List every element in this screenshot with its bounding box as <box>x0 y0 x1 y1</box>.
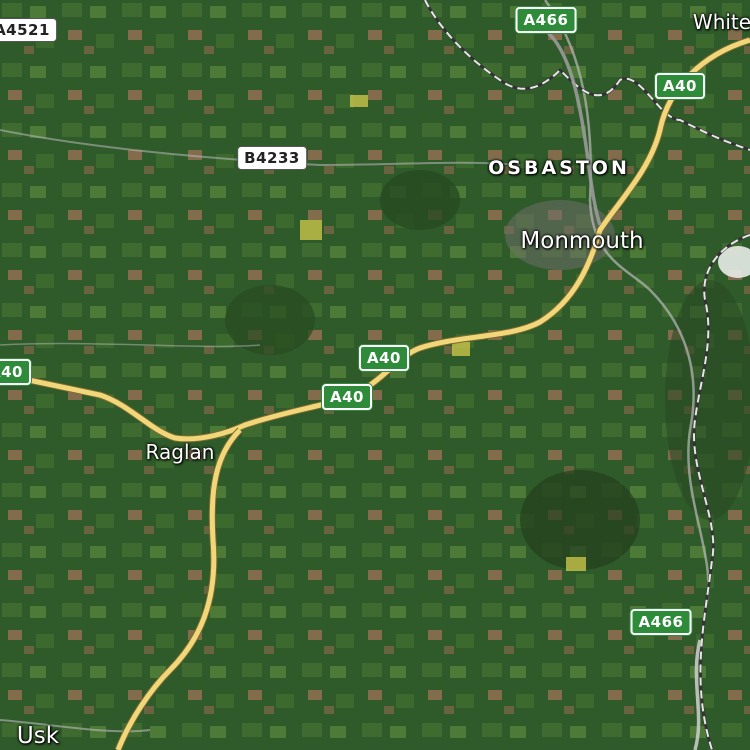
road-shield-a466-north: A466 <box>515 7 577 33</box>
place-label-monmouth[interactable]: Monmouth <box>520 228 643 254</box>
road-shield-a4521: A4521 <box>0 18 57 42</box>
place-label-whitchurch[interactable]: White <box>693 10 750 34</box>
road-shield-a40-south: A40 <box>322 384 372 410</box>
place-label-osbaston[interactable]: OSBASTON <box>488 157 630 179</box>
road-shield-a40-northeast: A40 <box>655 73 705 99</box>
place-label-raglan[interactable]: Raglan <box>146 440 215 464</box>
road-shield-a40-center: A40 <box>359 345 409 371</box>
place-label-usk[interactable]: Usk <box>17 723 59 749</box>
road-shield-a466-south: A466 <box>630 609 692 635</box>
road-shield-b4233: B4233 <box>237 146 307 170</box>
map-view[interactable]: A4521 A466 A40 B4233 A40 A40 A40 A466 Wh… <box>0 0 750 750</box>
road-shield-a40-west: A40 <box>0 359 31 385</box>
satellite-map-background <box>0 0 750 750</box>
